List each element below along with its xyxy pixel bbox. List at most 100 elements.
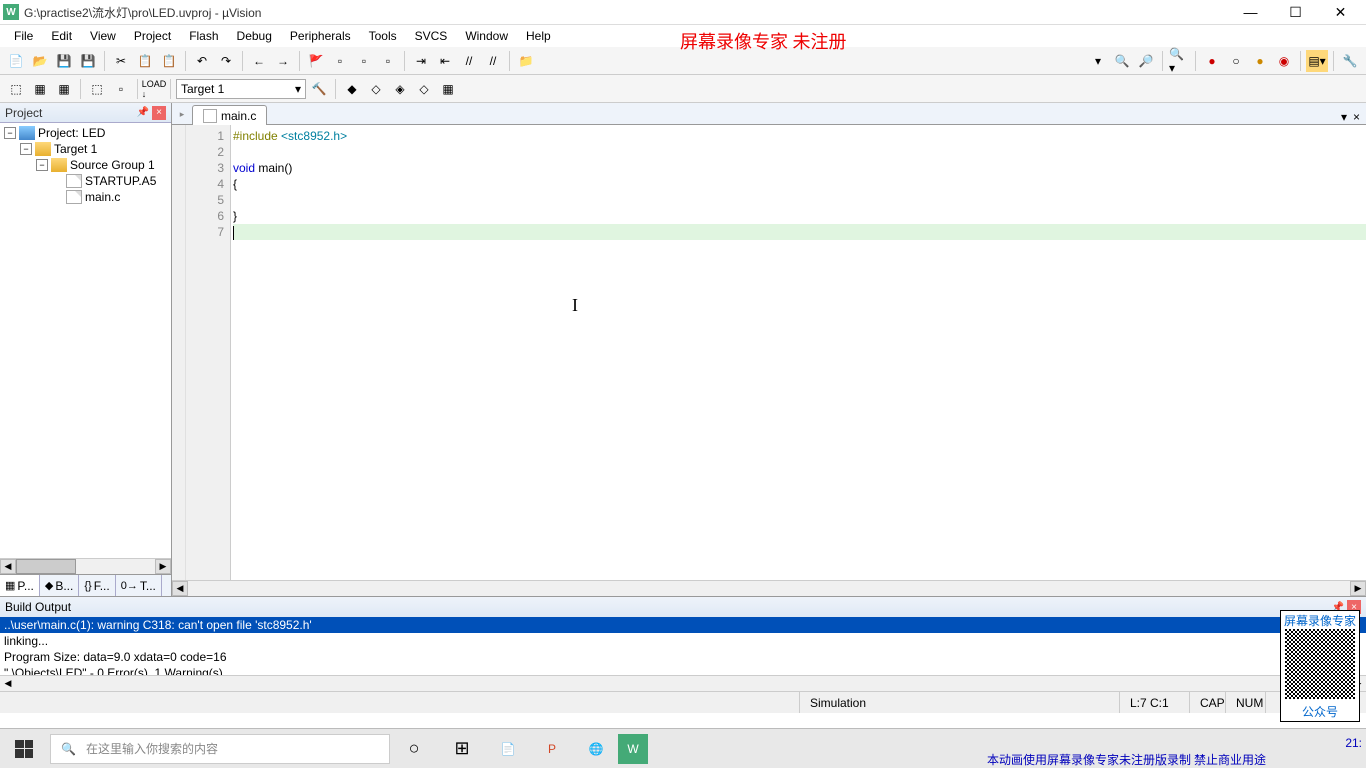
new-file-icon[interactable]: 📄 [5,50,27,72]
tree-toggle-icon[interactable]: − [36,159,48,171]
stop-build-icon[interactable]: ▫ [110,78,132,100]
menu-peripherals[interactable]: Peripherals [281,27,360,45]
manage4-icon[interactable]: ◇ [413,78,435,100]
manage5-icon[interactable]: ▦ [437,78,459,100]
cut-icon[interactable]: ✂ [110,50,132,72]
scroll-left-icon[interactable]: ◀ [172,581,188,596]
nav-forward-icon[interactable]: → [272,50,294,72]
menu-project[interactable]: Project [125,27,180,45]
batch-build-icon[interactable]: ⬚ [86,78,108,100]
taskbar-app-powerpoint[interactable]: P [530,729,574,769]
manage2-icon[interactable]: ◇ [365,78,387,100]
tree-toggle-icon[interactable]: − [20,143,32,155]
tree-file-main[interactable]: main.c [2,189,169,205]
panel-close-icon[interactable]: × [152,106,166,120]
bp-window-icon[interactable]: ◉ [1273,50,1295,72]
scroll-thumb[interactable] [16,559,76,574]
save-icon[interactable]: 💾 [53,50,75,72]
nav-back-icon[interactable]: ← [248,50,270,72]
editor-margin[interactable] [172,125,186,580]
download-icon[interactable]: LOAD↓ [143,78,165,100]
taskbar-app-explorer[interactable]: 📄 [486,729,530,769]
menu-flash[interactable]: Flash [180,27,227,45]
tree-target[interactable]: − Target 1 [2,141,169,157]
menu-window[interactable]: Window [456,27,517,45]
build-icon[interactable]: ▦ [29,78,51,100]
scroll-left-icon[interactable]: ◀ [0,559,16,574]
scroll-right-icon[interactable]: ▶ [1350,581,1366,596]
cortana-icon[interactable]: ○ [400,735,428,763]
menu-file[interactable]: File [5,27,42,45]
bookmark-clear-icon[interactable]: ▫ [377,50,399,72]
config-icon[interactable]: 📁 [515,50,537,72]
find-combo-icon[interactable]: ▾ [1087,50,1109,72]
bookmark-next-icon[interactable]: ▫ [353,50,375,72]
comment-icon[interactable]: // [458,50,480,72]
uncomment-icon[interactable]: // [482,50,504,72]
taskbar-app-chrome[interactable]: 🌐 [574,729,618,769]
bp-disable-icon[interactable]: ○ [1225,50,1247,72]
tab-nav-icon[interactable]: ▸ [176,107,188,121]
project-scrollbar[interactable]: ◀ ▶ [0,558,171,574]
rebuild-icon[interactable]: ▦ [53,78,75,100]
bookmark-prev-icon[interactable]: ▫ [329,50,351,72]
tab-functions[interactable]: {} F... [79,575,115,596]
bp-kill-icon[interactable]: ● [1249,50,1271,72]
translate-icon[interactable]: ⬚ [5,78,27,100]
outdent-icon[interactable]: ⇤ [434,50,456,72]
redo-icon[interactable]: ↷ [215,50,237,72]
editor-tab-main[interactable]: main.c [192,105,267,125]
tab-books[interactable]: ◆ B... [40,575,79,596]
indent-icon[interactable]: ⇥ [410,50,432,72]
debug-start-icon[interactable]: 🔍▾ [1168,50,1190,72]
qr-code-icon [1285,629,1355,699]
task-view-icon[interactable]: ⊞ [448,735,476,763]
manage3-icon[interactable]: ◈ [389,78,411,100]
start-button[interactable] [0,729,48,769]
code-editor[interactable]: 1234567 #include <stc8952.h>void main(){… [172,125,1366,580]
manage-icon[interactable]: ◆ [341,78,363,100]
taskbar-search[interactable]: 🔍 在这里输入你搜索的内容 [50,734,390,764]
minimize-button[interactable]: — [1228,0,1273,25]
scroll-right-icon[interactable]: ▶ [155,559,171,574]
tab-project[interactable]: ▦ P... [0,575,40,596]
panel-pin-icon[interactable]: 📌 [136,106,150,120]
menu-tools[interactable]: Tools [360,27,406,45]
tab-menu-icon[interactable]: ▾ [1341,110,1347,124]
taskbar-app-uvision[interactable]: W [618,734,648,764]
build-scrollbar[interactable]: ◀ ▶ [0,675,1366,691]
code-content[interactable]: #include <stc8952.h>void main(){} [231,125,1366,580]
breakpoint-icon[interactable]: ● [1201,50,1223,72]
scroll-left-icon[interactable]: ◀ [0,677,16,691]
configure-icon[interactable]: 🔧 [1339,50,1361,72]
copy-icon[interactable]: 📋 [134,50,156,72]
tree-project-root[interactable]: − Project: LED [2,125,169,141]
paste-icon[interactable]: 📋 [158,50,180,72]
save-all-icon[interactable]: 💾 [77,50,99,72]
tree-toggle-icon[interactable]: − [4,127,16,139]
editor-scrollbar[interactable]: ◀ ▶ [172,580,1366,596]
menu-view[interactable]: View [81,27,125,45]
find-icon[interactable]: 🔍 [1111,50,1133,72]
menu-edit[interactable]: Edit [42,27,81,45]
system-tray[interactable]: 21: [1345,736,1362,750]
tree-source-group[interactable]: − Source Group 1 [2,157,169,173]
maximize-button[interactable]: ☐ [1273,0,1318,25]
menu-debug[interactable]: Debug [228,27,281,45]
undo-icon[interactable]: ↶ [191,50,213,72]
tab-close-icon[interactable]: × [1353,110,1360,124]
menu-svcs[interactable]: SVCS [406,27,457,45]
open-file-icon[interactable]: 📂 [29,50,51,72]
target-select[interactable]: Target 1▾ [176,79,306,99]
project-tree[interactable]: − Project: LED − Target 1 − Source Group… [0,123,171,558]
close-button[interactable]: ✕ [1318,0,1363,25]
find-files-icon[interactable]: 🔎 [1135,50,1157,72]
build-output-text[interactable]: ..\user\main.c(1): warning C318: can't o… [0,617,1366,675]
window-layout-icon[interactable]: ▤▾ [1306,50,1328,72]
bookmark-icon[interactable]: 🚩 [305,50,327,72]
menu-help[interactable]: Help [517,27,560,45]
tab-templates[interactable]: 0→ T... [116,575,162,596]
options-icon[interactable]: 🔨 [308,78,330,100]
tree-file-startup[interactable]: STARTUP.A5 [2,173,169,189]
windows-taskbar[interactable]: 🔍 在这里输入你搜索的内容 ○ ⊞ 📄 P 🌐 W 本动画使用屏幕录像专家未注册… [0,728,1366,768]
